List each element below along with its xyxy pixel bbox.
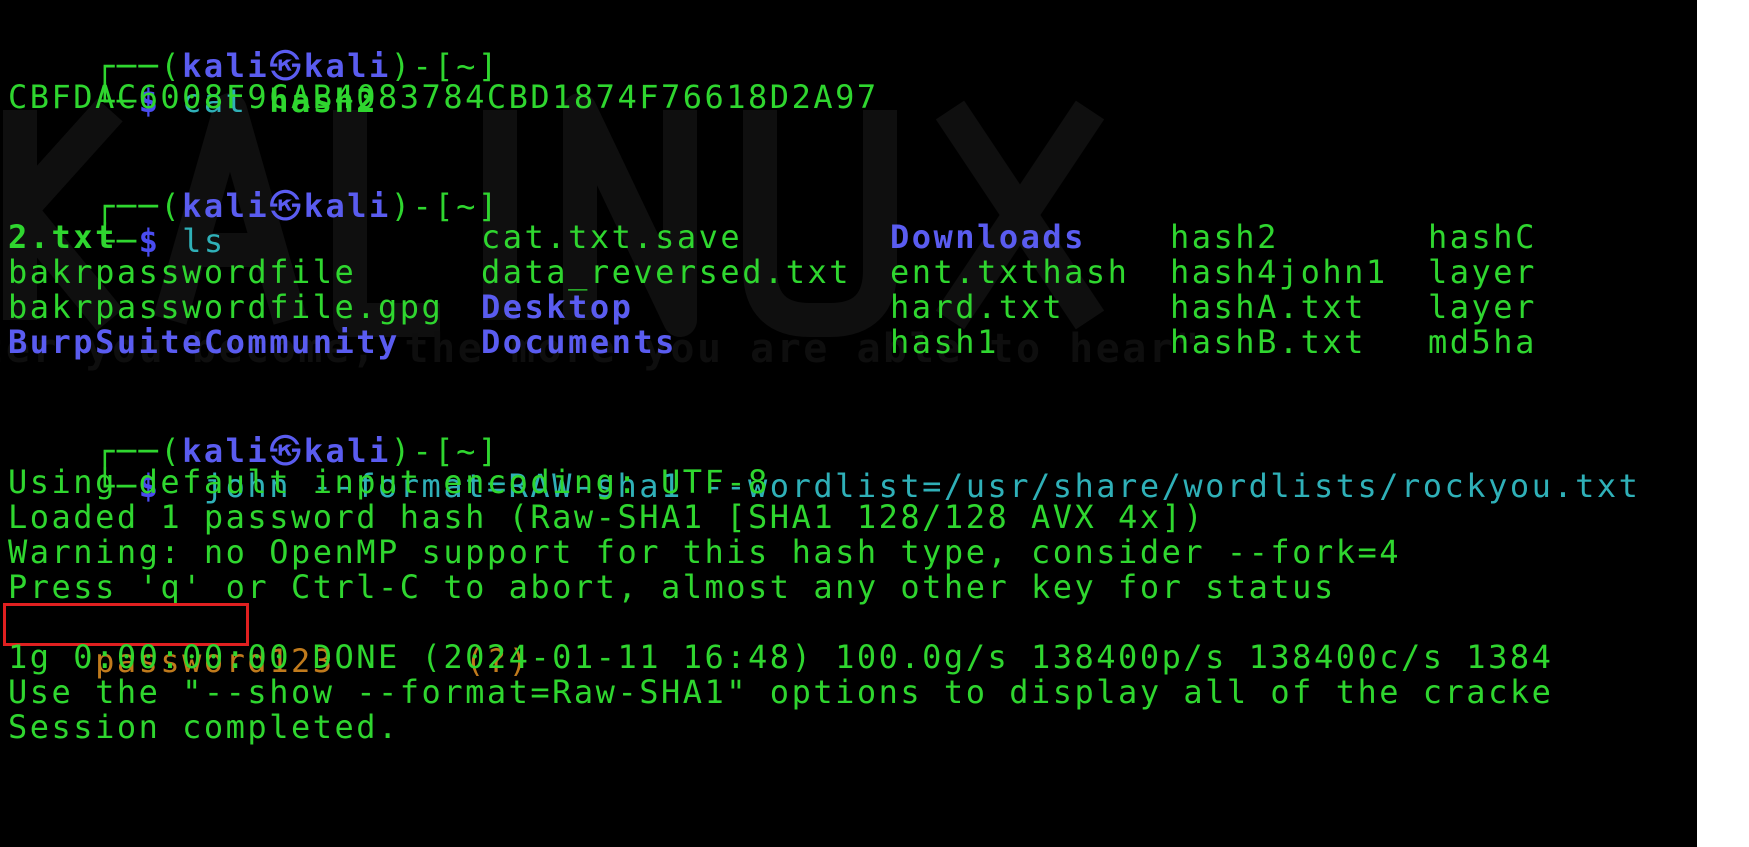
ls-directory: Desktop	[481, 288, 634, 326]
command-line-1[interactable]: └─$ cat hash2	[8, 43, 378, 120]
ls-file: hash2	[1170, 218, 1279, 256]
ls-file: md5ha	[1428, 323, 1537, 361]
john-status-line: Session completed.	[8, 708, 400, 746]
hash-output: CBFDAC6008F9CAB4083784CBD1874F76618D2A97	[8, 78, 879, 116]
ls-file: data_reversed.txt	[481, 253, 852, 291]
john-output-line: Warning: no OpenMP support for this hash…	[8, 533, 1401, 571]
terminal-window[interactable]: "the quieter you become, the more you ar…	[0, 0, 1749, 847]
ls-directory: Downloads	[890, 218, 1086, 256]
ls-file: hard.txt	[890, 288, 1065, 326]
ls-file: cat.txt.save	[481, 218, 743, 256]
john-output-line: Press 'q' or Ctrl-C to abort, almost any…	[8, 568, 1336, 606]
prompt-line-1: ┌──(kali㉿kali)-[~]	[8, 8, 500, 85]
ls-directory: Documents	[481, 323, 677, 361]
john-status-line: 1g 0:00:00:00 DONE (2024-01-11 16:48) 10…	[8, 638, 1554, 676]
ls-file: hashB.txt	[1170, 323, 1366, 361]
ls-file: ent.txthash	[890, 253, 1130, 291]
ls-file: bakrpasswordfile.gpg	[8, 288, 444, 326]
command-line-3[interactable]: └─$ john --format=RAW-sha1 --wordlist=/u…	[8, 428, 1640, 505]
ls-file: hashC	[1428, 218, 1537, 256]
john-status-line: Use the "--show --format=Raw-SHA1" optio…	[8, 673, 1554, 711]
prompt-line-2: ┌──(kali㉿kali)-[~]	[8, 148, 500, 225]
ls-file: hash4john1	[1170, 253, 1388, 291]
prompt-line-3: ┌──(kali㉿kali)-[~]	[8, 393, 500, 470]
ls-file: hashA.txt	[1170, 288, 1366, 326]
john-output-line: Using default input encoding: UTF-8	[8, 463, 770, 501]
ls-file-2-txt: 2.txt	[8, 218, 117, 256]
ls-directory: BurpSuiteCommunity	[8, 323, 400, 361]
kali-at-icon: ㉿	[269, 187, 304, 225]
command-line-2[interactable]: └─$ ls	[8, 183, 226, 260]
ls-file: bakrpasswordfile	[8, 253, 357, 291]
ls-file: layer	[1428, 253, 1537, 291]
john-output-line: Loaded 1 password hash (Raw-SHA1 [SHA1 1…	[8, 498, 1206, 536]
ls-file: layer	[1428, 288, 1537, 326]
prompt-host: kali	[303, 187, 391, 225]
ls-file: hash1	[890, 323, 999, 361]
